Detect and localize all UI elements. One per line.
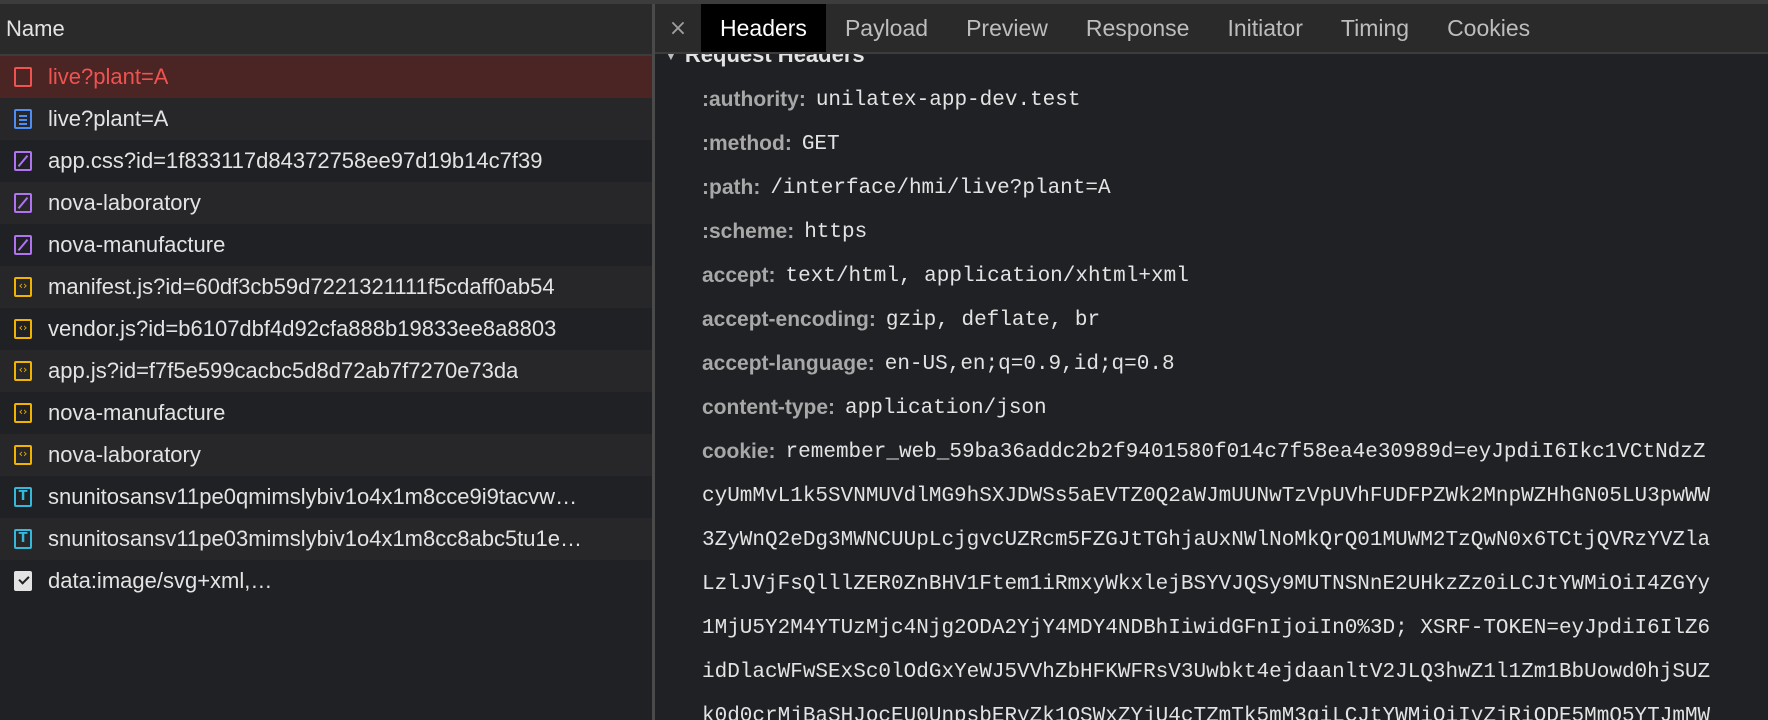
font-icon xyxy=(14,487,32,507)
script-icon xyxy=(14,445,32,465)
header-key: :authority: xyxy=(702,88,806,111)
request-name: live?plant=A xyxy=(48,106,169,131)
request-name: snunitosansv11pe0qmimslybiv1o4x1m8cce9i9… xyxy=(48,484,578,509)
header-value: https xyxy=(804,220,868,244)
section-title-text: Request Headers xyxy=(684,54,865,67)
script-icon xyxy=(14,319,32,339)
header-key: accept: xyxy=(702,264,776,287)
header-row: content-type: application/json xyxy=(702,386,1768,430)
request-row[interactable]: snunitosansv11pe03mimslybiv1o4x1m8cc8abc… xyxy=(0,518,652,560)
network-panel: Name live?plant=A live?plant=A app.css?i… xyxy=(0,4,1768,720)
tab-cookies[interactable]: Cookies xyxy=(1428,4,1549,52)
close-icon[interactable]: × xyxy=(655,4,701,52)
header-value: /interface/hmi/live?plant=A xyxy=(770,176,1111,200)
request-row[interactable]: nova-laboratory xyxy=(0,182,652,224)
request-row[interactable]: live?plant=A xyxy=(0,98,652,140)
tab-initiator[interactable]: Initiator xyxy=(1208,4,1321,52)
header-key: accept-encoding: xyxy=(702,308,876,331)
header-key: :method: xyxy=(702,132,792,155)
request-name: manifest.js?id=60df3cb59d7221321111f5cda… xyxy=(48,274,555,299)
request-list-pane: Name live?plant=A live?plant=A app.css?i… xyxy=(0,4,655,720)
header-value: text/html, application/xhtml+xml xyxy=(785,264,1189,288)
request-name: nova-laboratory xyxy=(48,442,201,467)
header-value: GET xyxy=(801,132,840,156)
request-row[interactable]: app.css?id=1f833117d84372758ee97d19b14c7… xyxy=(0,140,652,182)
tab-preview[interactable]: Preview xyxy=(947,4,1067,52)
header-key: :scheme: xyxy=(702,220,795,243)
cookie-value-line: idDlacWFwSExSc0lOdGxYeWJ5VVhZbHFKWFRsV3U… xyxy=(702,660,1711,684)
image-icon xyxy=(14,571,32,591)
request-row[interactable]: live?plant=A xyxy=(0,56,652,98)
header-value: unilatex-app-dev.test xyxy=(815,88,1081,112)
header-value: remember_web_59ba36addc2b2f9401580f014c7… xyxy=(785,440,1706,464)
request-name: app.js?id=f7f5e599cacbc5d8d72ab7f7270e73… xyxy=(48,358,519,383)
request-detail-pane: × Headers Payload Preview Response Initi… xyxy=(655,4,1768,720)
header-row: :authority: unilatex-app-dev.test xyxy=(702,78,1768,122)
header-key: content-type: xyxy=(702,396,835,419)
request-name: snunitosansv11pe03mimslybiv1o4x1m8cc8abc… xyxy=(48,526,583,551)
request-row[interactable]: app.js?id=f7f5e599cacbc5d8d72ab7f7270e73… xyxy=(0,350,652,392)
header-row: cookie: remember_web_59ba36addc2b2f94015… xyxy=(702,430,1768,474)
headers-content: ▼ Request Headers :authority: unilatex-ap… xyxy=(655,54,1768,720)
detail-tab-bar: × Headers Payload Preview Response Initi… xyxy=(655,4,1768,54)
header-row: accept-language: en-US,en;q=0.9,id;q=0.8 xyxy=(702,342,1768,386)
font-icon xyxy=(14,529,32,549)
tab-headers[interactable]: Headers xyxy=(701,4,826,52)
cookie-value-line: cyUmMvL1k5SVNMUVdlMG9hSXJDWSs5aEVTZ0Q2aW… xyxy=(702,484,1711,508)
script-icon xyxy=(14,403,32,423)
request-row[interactable]: nova-manufacture xyxy=(0,224,652,266)
request-row[interactable]: snunitosansv11pe0qmimslybiv1o4x1m8cce9i9… xyxy=(0,476,652,518)
request-name: app.css?id=1f833117d84372758ee97d19b14c7… xyxy=(48,148,543,173)
request-name: vendor.js?id=b6107dbf4d92cfa888b19833ee8… xyxy=(48,316,557,341)
header-value: gzip, deflate, br xyxy=(885,308,1101,332)
request-header-list: :authority: unilatex-app-dev.test :metho… xyxy=(702,78,1768,720)
header-key: :path: xyxy=(702,176,761,199)
header-row: :method: GET xyxy=(702,122,1768,166)
stylesheet-icon xyxy=(14,193,32,213)
stylesheet-icon xyxy=(14,151,32,171)
script-icon xyxy=(14,277,32,297)
cookie-value-line: LzlJVjFsQlllZER0ZnBHV1Ftem1iRmxyWkxlejBS… xyxy=(702,572,1711,596)
tab-timing[interactable]: Timing xyxy=(1322,4,1428,52)
tab-payload[interactable]: Payload xyxy=(826,4,947,52)
cookie-value-line: 1MjU5Y2M4YTUzMjc4Njg2ODA2YjY4MDY4NDBhIiw… xyxy=(702,616,1711,640)
header-row: :scheme: https xyxy=(702,210,1768,254)
script-icon xyxy=(14,361,32,381)
error-document-icon xyxy=(14,67,32,87)
header-row: accept-encoding: gzip, deflate, br xyxy=(702,298,1768,342)
request-name: live?plant=A xyxy=(48,64,169,89)
document-icon xyxy=(14,109,32,129)
header-key: accept-language: xyxy=(702,352,875,375)
request-headers-section-title[interactable]: ▼ Request Headers xyxy=(665,54,865,68)
header-row: :path: /interface/hmi/live?plant=A xyxy=(702,166,1768,210)
cookie-value-line: 3ZyWnQ2eDg3MWNCUUpLcjgvcUZRcm5FZGJtTGhja… xyxy=(702,528,1711,552)
request-name: nova-manufacture xyxy=(48,232,226,257)
request-row[interactable]: manifest.js?id=60df3cb59d7221321111f5cda… xyxy=(0,266,652,308)
cookie-value-line: k0d0crMjBaSHJocEU0UnpsbERyZk1OSWxZYjU4cT… xyxy=(702,704,1711,720)
name-column-header[interactable]: Name xyxy=(0,4,652,56)
request-name: nova-laboratory xyxy=(48,190,201,215)
tab-response[interactable]: Response xyxy=(1067,4,1209,52)
header-value: en-US,en;q=0.9,id;q=0.8 xyxy=(884,352,1175,376)
stylesheet-icon xyxy=(14,235,32,255)
request-row[interactable]: nova-laboratory xyxy=(0,434,652,476)
collapse-triangle-icon: ▼ xyxy=(665,54,677,64)
request-list: live?plant=A live?plant=A app.css?id=1f8… xyxy=(0,56,652,602)
request-row[interactable]: vendor.js?id=b6107dbf4d92cfa888b19833ee8… xyxy=(0,308,652,350)
name-column-label: Name xyxy=(6,16,65,41)
header-row: accept: text/html, application/xhtml+xml xyxy=(702,254,1768,298)
request-name: nova-manufacture xyxy=(48,400,226,425)
request-row[interactable]: nova-manufacture xyxy=(0,392,652,434)
header-value: application/json xyxy=(845,396,1047,420)
request-row[interactable]: data:image/svg+xml,… xyxy=(0,560,652,602)
request-name: data:image/svg+xml,… xyxy=(48,568,273,593)
header-key: cookie: xyxy=(702,440,776,463)
